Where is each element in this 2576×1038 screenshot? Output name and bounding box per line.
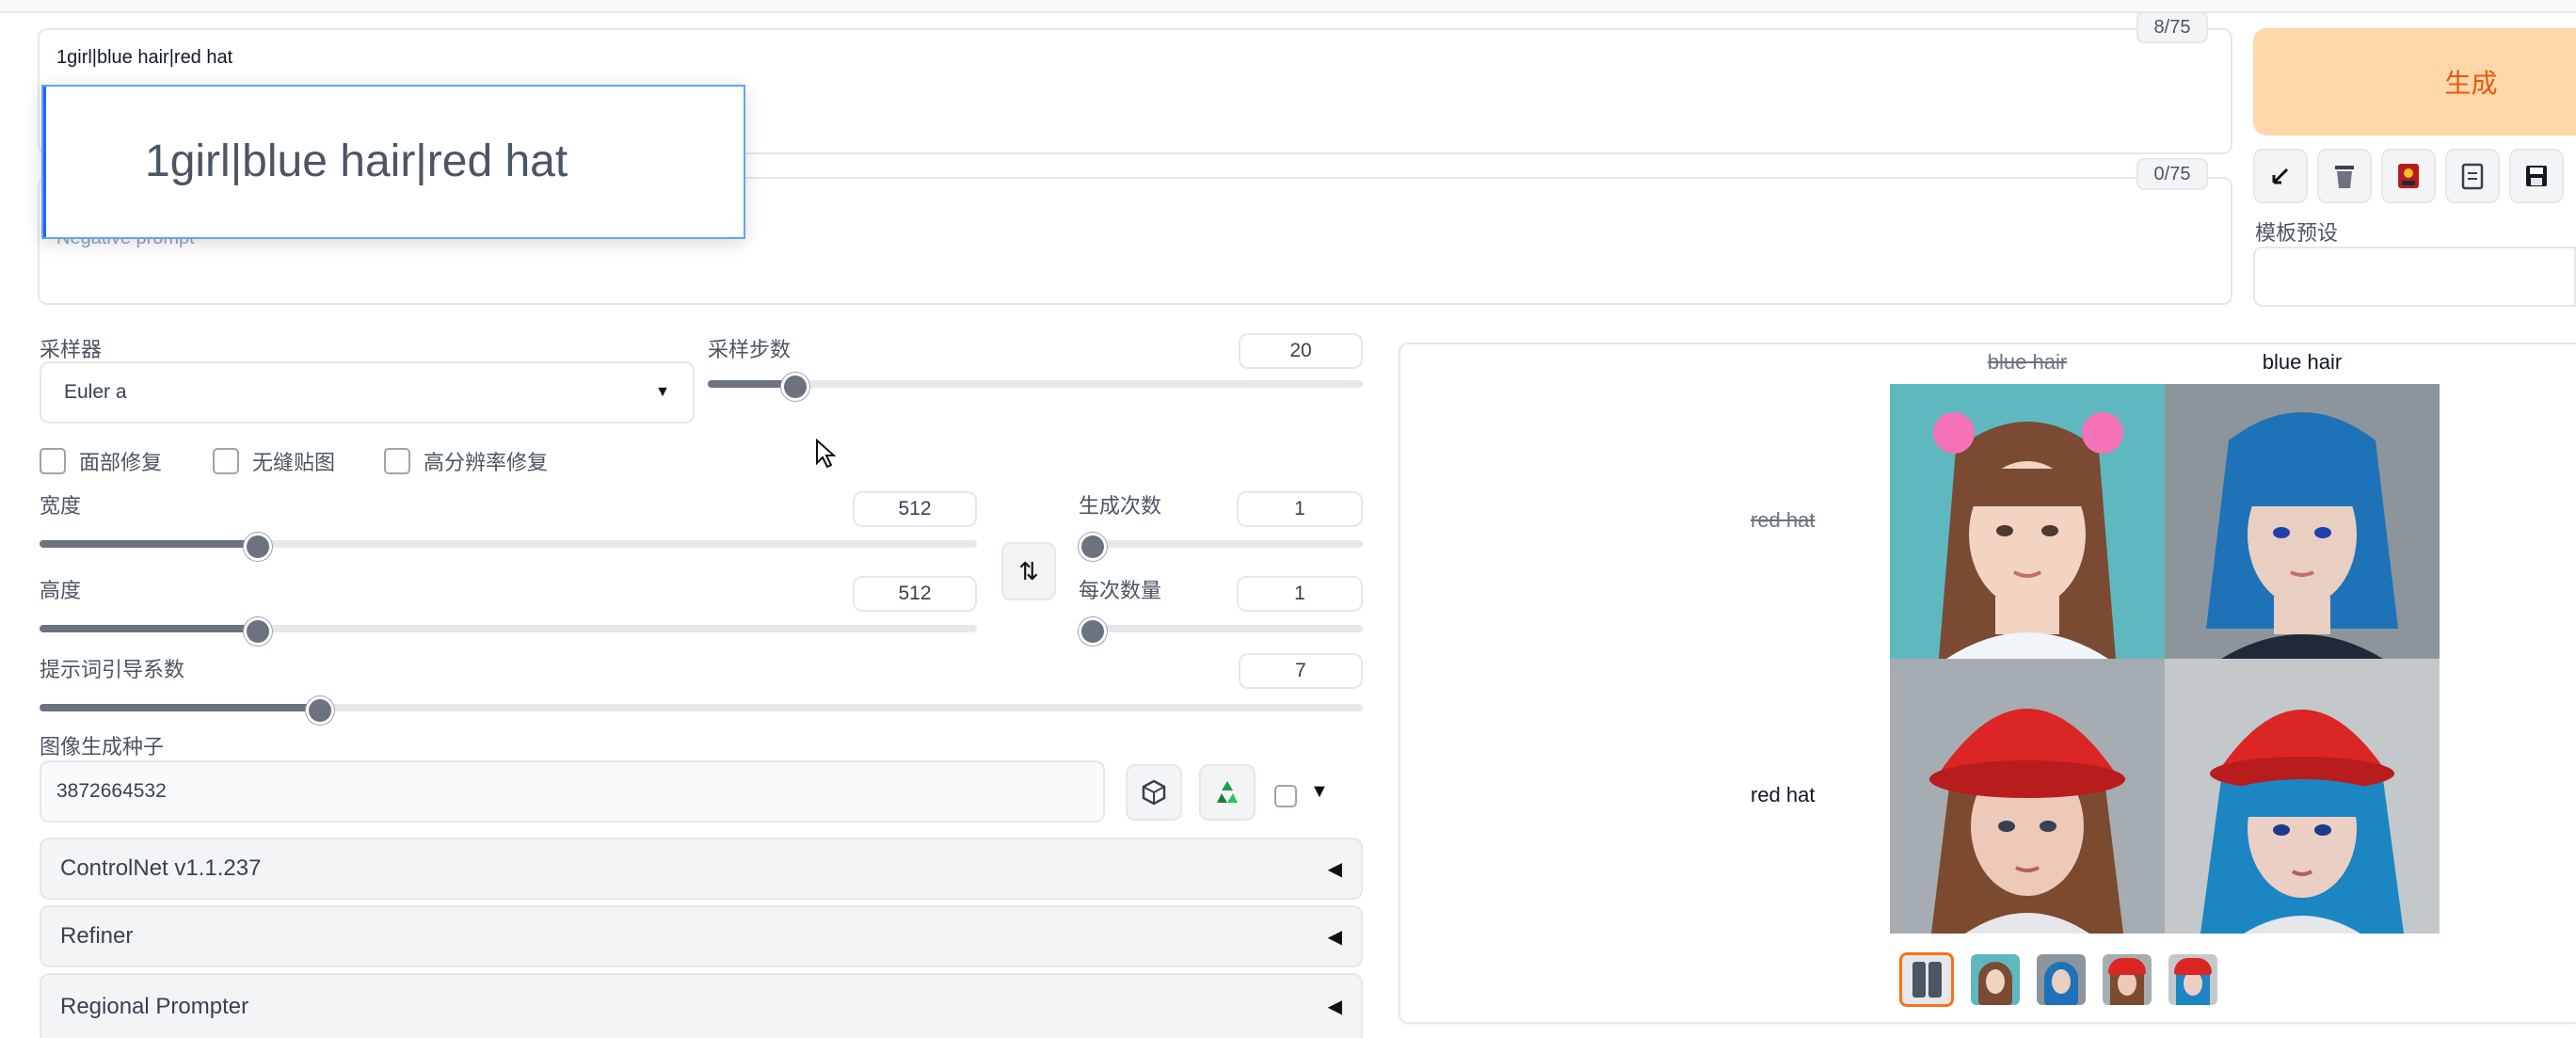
refiner-label: Refiner: [60, 923, 134, 949]
grid-image-brown-hair: [1890, 384, 2165, 659]
seed-label: 图像生成种子: [40, 735, 165, 759]
steps-slider[interactable]: [708, 373, 1363, 401]
sampler-label: 采样器: [40, 338, 103, 361]
face-restore-option[interactable]: 面部修复: [40, 446, 162, 476]
chevron-down-icon: ▼: [655, 384, 670, 400]
sampler-dropdown[interactable]: Euler a ▼: [40, 361, 695, 423]
regional-prompter-label: Regional Prompter: [60, 993, 249, 1019]
slider-fill: [708, 380, 793, 388]
styles-dropdown[interactable]: [2253, 247, 2576, 307]
slider-thumb[interactable]: [1079, 533, 1107, 561]
slider-thumb[interactable]: [1079, 617, 1107, 646]
batch-count-label: 生成次数: [1079, 494, 1162, 518]
extra-seed-checkbox[interactable]: [1274, 785, 1297, 807]
hires-fix-checkbox[interactable]: [384, 448, 410, 474]
save-style-button[interactable]: [2509, 149, 2564, 203]
cfg-scale-label: 提示词引导系数: [40, 658, 185, 681]
swap-dimensions-button[interactable]: ⇅: [1001, 542, 1056, 600]
grid-image-blue-hair: [2165, 384, 2440, 659]
extra-seed-toggle-icon[interactable]: ▼: [1310, 781, 1329, 803]
batch-size-input[interactable]: 1: [1237, 576, 1363, 612]
trash-icon: [2335, 166, 2354, 188]
grid-col-label-2: blue hair: [2262, 350, 2343, 374]
face-restore-label: 面部修复: [79, 451, 163, 474]
apply-styles-button[interactable]: [2445, 149, 2500, 203]
generate-label: 生成: [2444, 69, 2498, 98]
slider-fill: [40, 704, 318, 711]
thumbnail-blue-hair-red-hat[interactable]: [2168, 954, 2217, 1005]
autocomplete-item[interactable]: 1girl|blue hair|red hat: [145, 136, 568, 187]
collapse-arrow-icon: ◀: [1327, 926, 1342, 948]
extra-networks-button[interactable]: [2381, 149, 2436, 203]
arrow-icon: [2272, 168, 2289, 184]
xy-grid-image[interactable]: [1890, 384, 2440, 934]
height-input[interactable]: 512: [853, 576, 977, 612]
clear-button[interactable]: [2317, 149, 2372, 203]
batch-size-slider[interactable]: [1079, 617, 1363, 646]
dice-icon: [1142, 779, 1166, 806]
collapse-arrow-icon: ◀: [1327, 858, 1342, 880]
width-input[interactable]: 512: [853, 491, 977, 527]
random-seed-button[interactable]: [1126, 764, 1182, 821]
controlnet-label: ControlNet v1.1.237: [60, 855, 262, 881]
cfg-scale-input[interactable]: 7: [1239, 653, 1363, 689]
grid-image-blue-hair-red-hat: [2165, 659, 2440, 934]
cfg-scale-slider[interactable]: [40, 696, 1363, 725]
thumbnail-grid[interactable]: [1899, 952, 1954, 1007]
tiling-checkbox[interactable]: [213, 448, 239, 474]
regional-prompter-accordion[interactable]: Regional Prompter ◀: [40, 973, 1363, 1038]
slider-fill: [40, 540, 256, 548]
refiner-accordion[interactable]: Refiner ◀: [40, 905, 1363, 967]
grid-col-label-1: blue hair: [1987, 350, 2068, 374]
collapse-arrow-icon: ◀: [1327, 997, 1342, 1017]
reuse-seed-button[interactable]: [1199, 764, 1256, 821]
slider-thumb[interactable]: [306, 696, 335, 725]
height-label: 高度: [40, 579, 82, 602]
thumbnail-brown-hair[interactable]: [1971, 954, 2020, 1005]
prompt-token-counter: 8/75: [2136, 11, 2208, 43]
batch-count-slider[interactable]: [1079, 533, 1363, 561]
steps-input[interactable]: 20: [1239, 333, 1363, 369]
width-label: 宽度: [40, 494, 82, 518]
swap-icon: ⇅: [1018, 556, 1039, 585]
save-icon: [2526, 166, 2547, 186]
styles-label: 模板预设: [2255, 221, 2339, 245]
grid-row-label-1: red hat: [1751, 508, 1816, 532]
tiling-label: 无缝贴图: [252, 451, 336, 474]
image-icon: [2398, 164, 2419, 188]
batch-count-input[interactable]: 1: [1237, 491, 1363, 527]
sampler-value: Euler a: [64, 381, 127, 403]
width-slider[interactable]: [40, 533, 977, 561]
prompt-text: 1girl|blue hair|red hat: [56, 47, 233, 68]
hires-fix-option[interactable]: 高分辨率修复: [384, 446, 548, 476]
slider-thumb[interactable]: [781, 373, 810, 401]
height-slider[interactable]: [40, 617, 977, 646]
grid-row-label-2: red hat: [1751, 783, 1816, 806]
generate-button[interactable]: 生成: [2253, 28, 2576, 136]
seed-value: 3872664532: [56, 780, 167, 802]
recycle-icon: [1217, 781, 1238, 803]
slider-fill: [40, 625, 256, 632]
face-restore-checkbox[interactable]: [40, 448, 66, 474]
thumbnail-brown-hair-red-hat[interactable]: [2103, 954, 2152, 1005]
steps-label: 采样步数: [708, 338, 792, 361]
mouse-cursor-icon: [816, 439, 836, 469]
thumbnail-blue-hair[interactable]: [2037, 954, 2086, 1005]
autocomplete-popup[interactable]: 1girl|blue hair|red hat: [41, 85, 745, 239]
slider-thumb[interactable]: [244, 617, 273, 646]
controlnet-accordion[interactable]: ControlNet v1.1.237 ◀: [40, 838, 1363, 900]
slider-thumb[interactable]: [244, 533, 273, 561]
batch-size-label: 每次数量: [1079, 579, 1162, 602]
clipboard-icon: [2461, 163, 2484, 190]
negative-token-counter: 0/75: [2136, 158, 2208, 190]
autocomplete-cursor: [43, 87, 46, 237]
grid-image-brown-hair-red-hat: [1890, 659, 2165, 934]
hires-fix-label: 高分辨率修复: [424, 451, 549, 474]
tiling-option[interactable]: 无缝贴图: [213, 446, 335, 476]
read-params-button[interactable]: [2253, 149, 2308, 203]
seed-input[interactable]: 3872664532: [40, 760, 1105, 822]
